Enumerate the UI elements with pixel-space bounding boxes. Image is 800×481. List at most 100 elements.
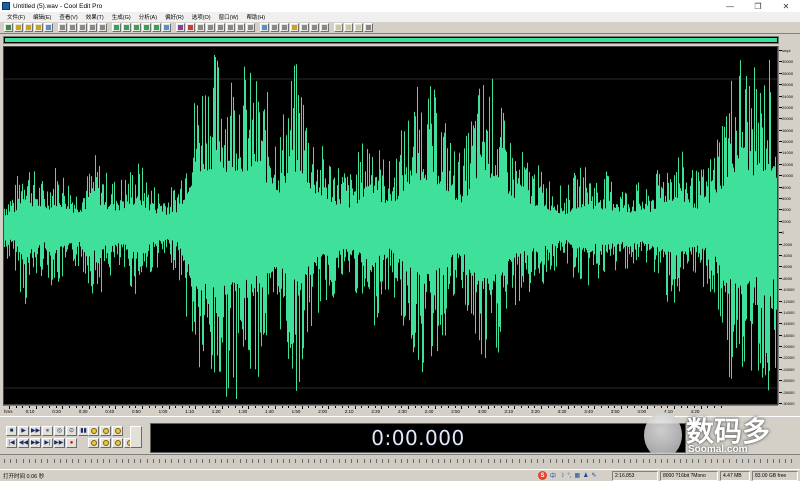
toolbar-button-28[interactable] bbox=[300, 23, 309, 32]
maximize-button[interactable]: ❐ bbox=[744, 0, 772, 12]
ruler-tick bbox=[241, 406, 243, 408]
skip-forward-button[interactable]: ▶▶| bbox=[54, 438, 65, 448]
ruler-tick bbox=[401, 406, 403, 408]
ruler-tick bbox=[142, 406, 143, 409]
menu-item-5[interactable]: 分析(A) bbox=[135, 13, 161, 21]
ruler-tick bbox=[507, 406, 509, 408]
magnifier-icon bbox=[102, 440, 109, 446]
meter-tick bbox=[289, 459, 291, 463]
toolbar-button-15[interactable] bbox=[162, 23, 171, 32]
ruler-tick bbox=[135, 406, 137, 408]
toolbar-button-34[interactable] bbox=[364, 23, 373, 32]
meter-tick bbox=[524, 459, 526, 463]
toolbar-tool-icon bbox=[80, 25, 85, 30]
rewind-button[interactable]: ◀◀ bbox=[18, 438, 29, 448]
toolbar-button-29[interactable] bbox=[310, 23, 319, 32]
toolbar-button-18[interactable] bbox=[196, 23, 205, 32]
toolbar-button-7[interactable] bbox=[78, 23, 87, 32]
status-open-time: 打开时间 0.06 秒 bbox=[3, 473, 45, 480]
zoom-selection-button[interactable] bbox=[88, 438, 99, 448]
zoom-right-button[interactable] bbox=[112, 438, 123, 448]
waveform-display[interactable] bbox=[3, 46, 778, 405]
toolbar-button-2[interactable] bbox=[24, 23, 33, 32]
ime-indicator[interactable]: S 中 ☽ °, ▦ ♟ ✎ bbox=[538, 471, 597, 480]
zoom-left-button[interactable] bbox=[100, 438, 111, 448]
amplitude-scale: smpl 30000 28000 26000 24000 22000 20000 18000 1… bbox=[778, 46, 797, 406]
toolbar-button-31[interactable] bbox=[334, 23, 343, 32]
minimize-button[interactable]: — bbox=[716, 0, 744, 12]
toolbar-button-17[interactable] bbox=[186, 23, 195, 32]
toolbar-tool-icon bbox=[70, 25, 75, 30]
meter-tick bbox=[4, 459, 5, 463]
toolbar-button-21[interactable] bbox=[226, 23, 235, 32]
toolbar-button-5[interactable] bbox=[58, 23, 67, 32]
zoom-full-button[interactable] bbox=[112, 426, 123, 436]
overview-bar[interactable] bbox=[3, 36, 779, 44]
record-button[interactable]: ● bbox=[66, 438, 77, 448]
play-to-end-button[interactable]: ▶▶ bbox=[30, 426, 41, 436]
stop-button[interactable]: ■ bbox=[6, 426, 17, 436]
toolbar-button-22[interactable] bbox=[236, 23, 245, 32]
ruler-tick bbox=[275, 406, 276, 409]
menu-item-6[interactable]: 偏好(R) bbox=[161, 13, 188, 21]
status-sample-format: 8000 ?16bit ?Mono bbox=[660, 471, 718, 481]
toolbar-button-13[interactable] bbox=[142, 23, 151, 32]
meter-tick bbox=[376, 459, 377, 463]
toolbar-button-3[interactable] bbox=[34, 23, 43, 32]
toolbar-button-25[interactable] bbox=[270, 23, 279, 32]
toolbar-button-4[interactable] bbox=[44, 23, 53, 32]
menu-item-1[interactable]: 编辑(E) bbox=[29, 13, 55, 21]
close-button[interactable]: ✕ bbox=[772, 0, 800, 12]
toolbar-button-23[interactable] bbox=[246, 23, 255, 32]
toolbar-button-16[interactable] bbox=[176, 23, 185, 32]
pause-button[interactable]: ⏸ bbox=[42, 426, 53, 436]
meter-tick bbox=[252, 459, 253, 463]
toolbar-button-19[interactable] bbox=[206, 23, 215, 32]
menu-item-4[interactable]: 生成(G) bbox=[108, 13, 135, 21]
toolbar-button-32[interactable] bbox=[344, 23, 353, 32]
meter-tick bbox=[233, 459, 235, 463]
toolbar-button-6[interactable] bbox=[68, 23, 77, 32]
menu-item-3[interactable]: 效果(T) bbox=[82, 13, 108, 21]
ruler-label: 2:30 bbox=[398, 409, 407, 414]
zoom-in-horizontal-button[interactable] bbox=[88, 426, 99, 436]
toolbar-button-20[interactable] bbox=[216, 23, 225, 32]
menu-item-8[interactable]: 窗口(W) bbox=[215, 13, 243, 21]
ime-mode-label: 中 bbox=[550, 474, 557, 480]
ruler-label: 3:30 bbox=[557, 409, 567, 414]
fast-forward-button[interactable]: ▶▶ bbox=[30, 438, 41, 448]
menu-item-2[interactable]: 查看(V) bbox=[55, 13, 81, 21]
zoom-vertical-stack[interactable] bbox=[130, 426, 142, 448]
toolbar-button-26[interactable] bbox=[280, 23, 289, 32]
meter-tick bbox=[165, 459, 167, 463]
ruler-tick bbox=[235, 406, 237, 408]
toolbar-button-9[interactable] bbox=[98, 23, 107, 32]
toolbar-button-1[interactable] bbox=[14, 23, 23, 32]
play-from-cursor-button[interactable]: ⊙ bbox=[66, 426, 77, 436]
play-button[interactable]: ▶ bbox=[18, 426, 29, 436]
toolbar-button-24[interactable] bbox=[260, 23, 269, 32]
zoom-out-horizontal-button[interactable] bbox=[100, 426, 111, 436]
ruler-unit-label: hms bbox=[4, 409, 13, 414]
toolbar-button-27[interactable] bbox=[290, 23, 299, 32]
toolbar-button-10[interactable] bbox=[112, 23, 121, 32]
toolbar-button-14[interactable] bbox=[152, 23, 161, 32]
menu-item-0[interactable]: 文件(F) bbox=[3, 13, 29, 21]
menu-item-7[interactable]: 选项(O) bbox=[188, 13, 215, 21]
toolbar-button-8[interactable] bbox=[88, 23, 97, 32]
menu-item-9[interactable]: 帮助(H) bbox=[243, 13, 270, 21]
go-to-end-button[interactable]: ▶| bbox=[42, 438, 53, 448]
toolbar-button-30[interactable] bbox=[320, 23, 329, 32]
toolbar-tool-icon bbox=[346, 25, 351, 30]
toolbar-button-0[interactable] bbox=[4, 23, 13, 32]
toolbar-button-33[interactable] bbox=[354, 23, 363, 32]
go-to-start-button[interactable]: |◀ bbox=[6, 438, 17, 448]
ruler-tick bbox=[474, 406, 476, 408]
meter-tick bbox=[264, 459, 266, 463]
play-looped-button[interactable]: ◎ bbox=[54, 426, 65, 436]
toolbar-button-12[interactable] bbox=[132, 23, 141, 32]
toolbar-button-11[interactable] bbox=[122, 23, 131, 32]
ruler-label: 0:50 bbox=[132, 409, 141, 414]
meter-tick bbox=[456, 459, 458, 463]
meter-tick bbox=[283, 459, 284, 463]
